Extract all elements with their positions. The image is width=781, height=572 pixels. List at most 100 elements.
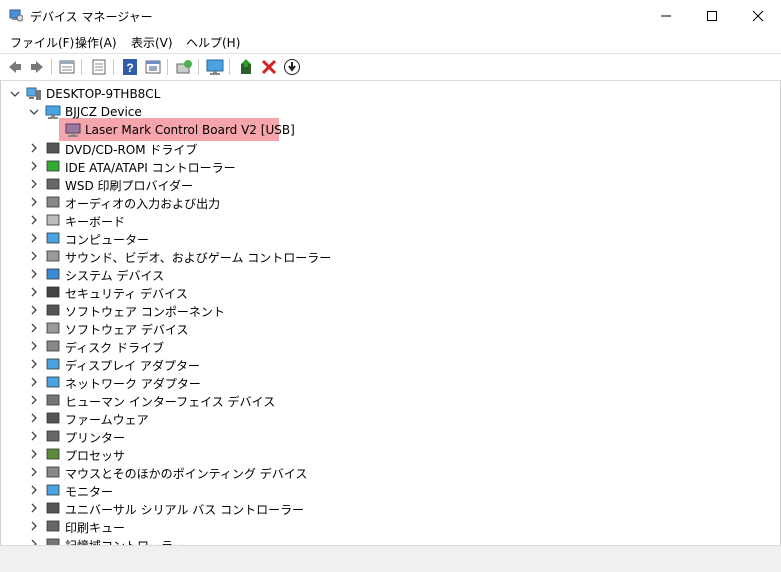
toolbar-separator <box>81 59 82 75</box>
minimize-button[interactable] <box>643 0 689 32</box>
chevron-right-icon[interactable] <box>29 340 39 352</box>
chevron-down-icon[interactable] <box>10 88 20 100</box>
chevron-right-icon[interactable] <box>29 394 39 406</box>
tree-item-category[interactable]: ソフトウェア デバイス <box>1 319 761 337</box>
chevron-right-icon[interactable] <box>29 430 39 442</box>
monitor-icon <box>45 105 61 119</box>
device-tree[interactable]: DESKTOP-9THB8CL BJJCZ Device Laser Mark … <box>0 80 781 545</box>
chevron-right-icon[interactable] <box>29 232 39 244</box>
chevron-right-icon[interactable] <box>29 502 39 514</box>
maximize-button[interactable] <box>689 0 735 32</box>
tree-item-category[interactable]: IDE ATA/ATAPI コントローラー <box>1 157 761 175</box>
chevron-right-icon[interactable] <box>29 466 39 478</box>
tree-item-category[interactable]: セキュリティ デバイス <box>1 283 761 301</box>
menu-file[interactable]: ファイル(F) <box>10 34 74 51</box>
enable-driver-icon[interactable] <box>237 58 255 76</box>
tree-item-category[interactable]: コンピューター <box>1 229 761 247</box>
menu-view[interactable]: 表示(V) <box>131 34 173 51</box>
menu-bar: ファイル(F) 操作(A) 表示(V) ヘルプ(H) <box>0 32 781 52</box>
print-queue-icon <box>46 520 60 532</box>
toolbar-separator <box>167 59 168 75</box>
tree-item-category[interactable]: ネットワーク アダプター <box>1 373 761 391</box>
action-icon[interactable] <box>144 58 162 76</box>
tree-item-category[interactable]: ユニバーサル シリアル バス コントローラー <box>1 499 761 517</box>
tree-item-bjjcz[interactable]: BJJCZ Device <box>1 103 761 121</box>
firmware-icon <box>46 412 60 424</box>
tree-item-category[interactable]: プリンター <box>1 427 761 445</box>
tree-item-category[interactable]: システム デバイス <box>1 265 761 283</box>
chevron-right-icon[interactable] <box>29 268 39 280</box>
chevron-right-icon[interactable] <box>29 178 39 190</box>
system-device-icon <box>46 268 60 280</box>
mouse-icon <box>46 466 60 478</box>
toolbar-separator <box>198 59 199 75</box>
tree-item-category[interactable]: ディスク ドライブ <box>1 337 761 355</box>
maximize-icon <box>707 11 717 21</box>
tree-item-category[interactable]: サウンド、ビデオ、およびゲーム コントローラー <box>1 247 761 265</box>
tree-item-category[interactable]: 記憶域コントローラー <box>1 535 761 545</box>
chevron-right-icon[interactable] <box>29 160 39 172</box>
group-label: BJJCZ Device <box>65 105 142 119</box>
tree-item-category[interactable]: プロセッサ <box>1 445 761 463</box>
tree-item-category[interactable]: DVD/CD-ROM ドライブ <box>1 139 761 157</box>
keyboard-icon <box>46 214 60 226</box>
tree-item-category[interactable]: ファームウェア <box>1 409 761 427</box>
tree-item-label: キーボード <box>65 215 126 229</box>
menu-help[interactable]: ヘルプ(H) <box>186 34 240 51</box>
chevron-right-icon[interactable] <box>29 286 39 298</box>
chevron-right-icon[interactable] <box>29 538 39 545</box>
disk-drive-icon <box>46 340 60 352</box>
tree-item-category[interactable]: ディスプレイ アダプター <box>1 355 761 373</box>
usb-icon <box>46 502 60 514</box>
tree-item-label: ソフトウェア コンポーネント <box>65 305 225 319</box>
chevron-right-icon[interactable] <box>29 358 39 370</box>
tree-item-category[interactable]: キーボード <box>1 211 761 229</box>
tree-item-label: サウンド、ビデオ、およびゲーム コントローラー <box>65 251 332 265</box>
chevron-right-icon[interactable] <box>29 214 39 226</box>
chevron-right-icon[interactable] <box>29 376 39 388</box>
tree-item-category[interactable]: ヒューマン インターフェイス デバイス <box>1 391 761 409</box>
scan-hardware-icon[interactable] <box>175 58 193 76</box>
network-adapter-icon <box>46 376 60 388</box>
tree-item-category[interactable]: ソフトウェア コンポーネント <box>1 301 761 319</box>
laser-board-icon <box>65 123 81 137</box>
horizontal-scrollbar[interactable] <box>0 545 781 565</box>
tree-item-category[interactable]: マウスとそのほかのポインティング デバイス <box>1 463 761 481</box>
chevron-right-icon[interactable] <box>29 448 39 460</box>
tree-item-label: ソフトウェア デバイス <box>65 323 189 337</box>
toolbar-separator <box>51 59 52 75</box>
tree-item-category[interactable]: オーディオの入力および出力 <box>1 193 761 211</box>
tree-item-label: WSD 印刷プロバイダー <box>65 179 194 193</box>
selected-device-label: Laser Mark Control Board V2 [USB] <box>85 123 295 137</box>
chevron-right-icon[interactable] <box>29 322 39 334</box>
software-device-icon <box>46 322 60 334</box>
chevron-right-icon[interactable] <box>29 412 39 424</box>
chevron-down-icon[interactable] <box>29 106 39 118</box>
forward-icon[interactable] <box>28 58 46 76</box>
chevron-right-icon[interactable] <box>29 196 39 208</box>
menu-action[interactable]: 操作(A) <box>75 34 117 51</box>
chevron-right-icon[interactable] <box>29 484 39 496</box>
back-icon[interactable] <box>6 58 24 76</box>
close-button[interactable] <box>735 0 781 32</box>
chevron-right-icon[interactable] <box>29 142 39 154</box>
chevron-right-icon[interactable] <box>29 520 39 532</box>
tree-item-category[interactable]: モニター <box>1 481 761 499</box>
tree-item-label: ネットワーク アダプター <box>65 377 201 391</box>
tree-item-laser-board[interactable]: Laser Mark Control Board V2 [USB] <box>1 121 761 139</box>
update-list-icon[interactable] <box>90 58 108 76</box>
tree-item-category[interactable]: 印刷キュー <box>1 517 761 535</box>
root-label: DESKTOP-9THB8CL <box>46 87 161 101</box>
tree-item-category[interactable]: WSD 印刷プロバイダー <box>1 175 761 193</box>
monitor-icon[interactable] <box>206 58 224 76</box>
chevron-right-icon[interactable] <box>29 250 39 262</box>
properties-icon[interactable] <box>58 58 76 76</box>
storage-controller-icon <box>46 538 60 545</box>
security-device-icon <box>46 286 60 298</box>
uninstall-icon[interactable] <box>260 58 278 76</box>
download-icon[interactable] <box>283 58 301 76</box>
tree-root[interactable]: DESKTOP-9THB8CL <box>1 85 761 103</box>
software-component-icon <box>46 304 60 316</box>
help-icon[interactable]: ? <box>121 58 139 76</box>
chevron-right-icon[interactable] <box>29 304 39 316</box>
